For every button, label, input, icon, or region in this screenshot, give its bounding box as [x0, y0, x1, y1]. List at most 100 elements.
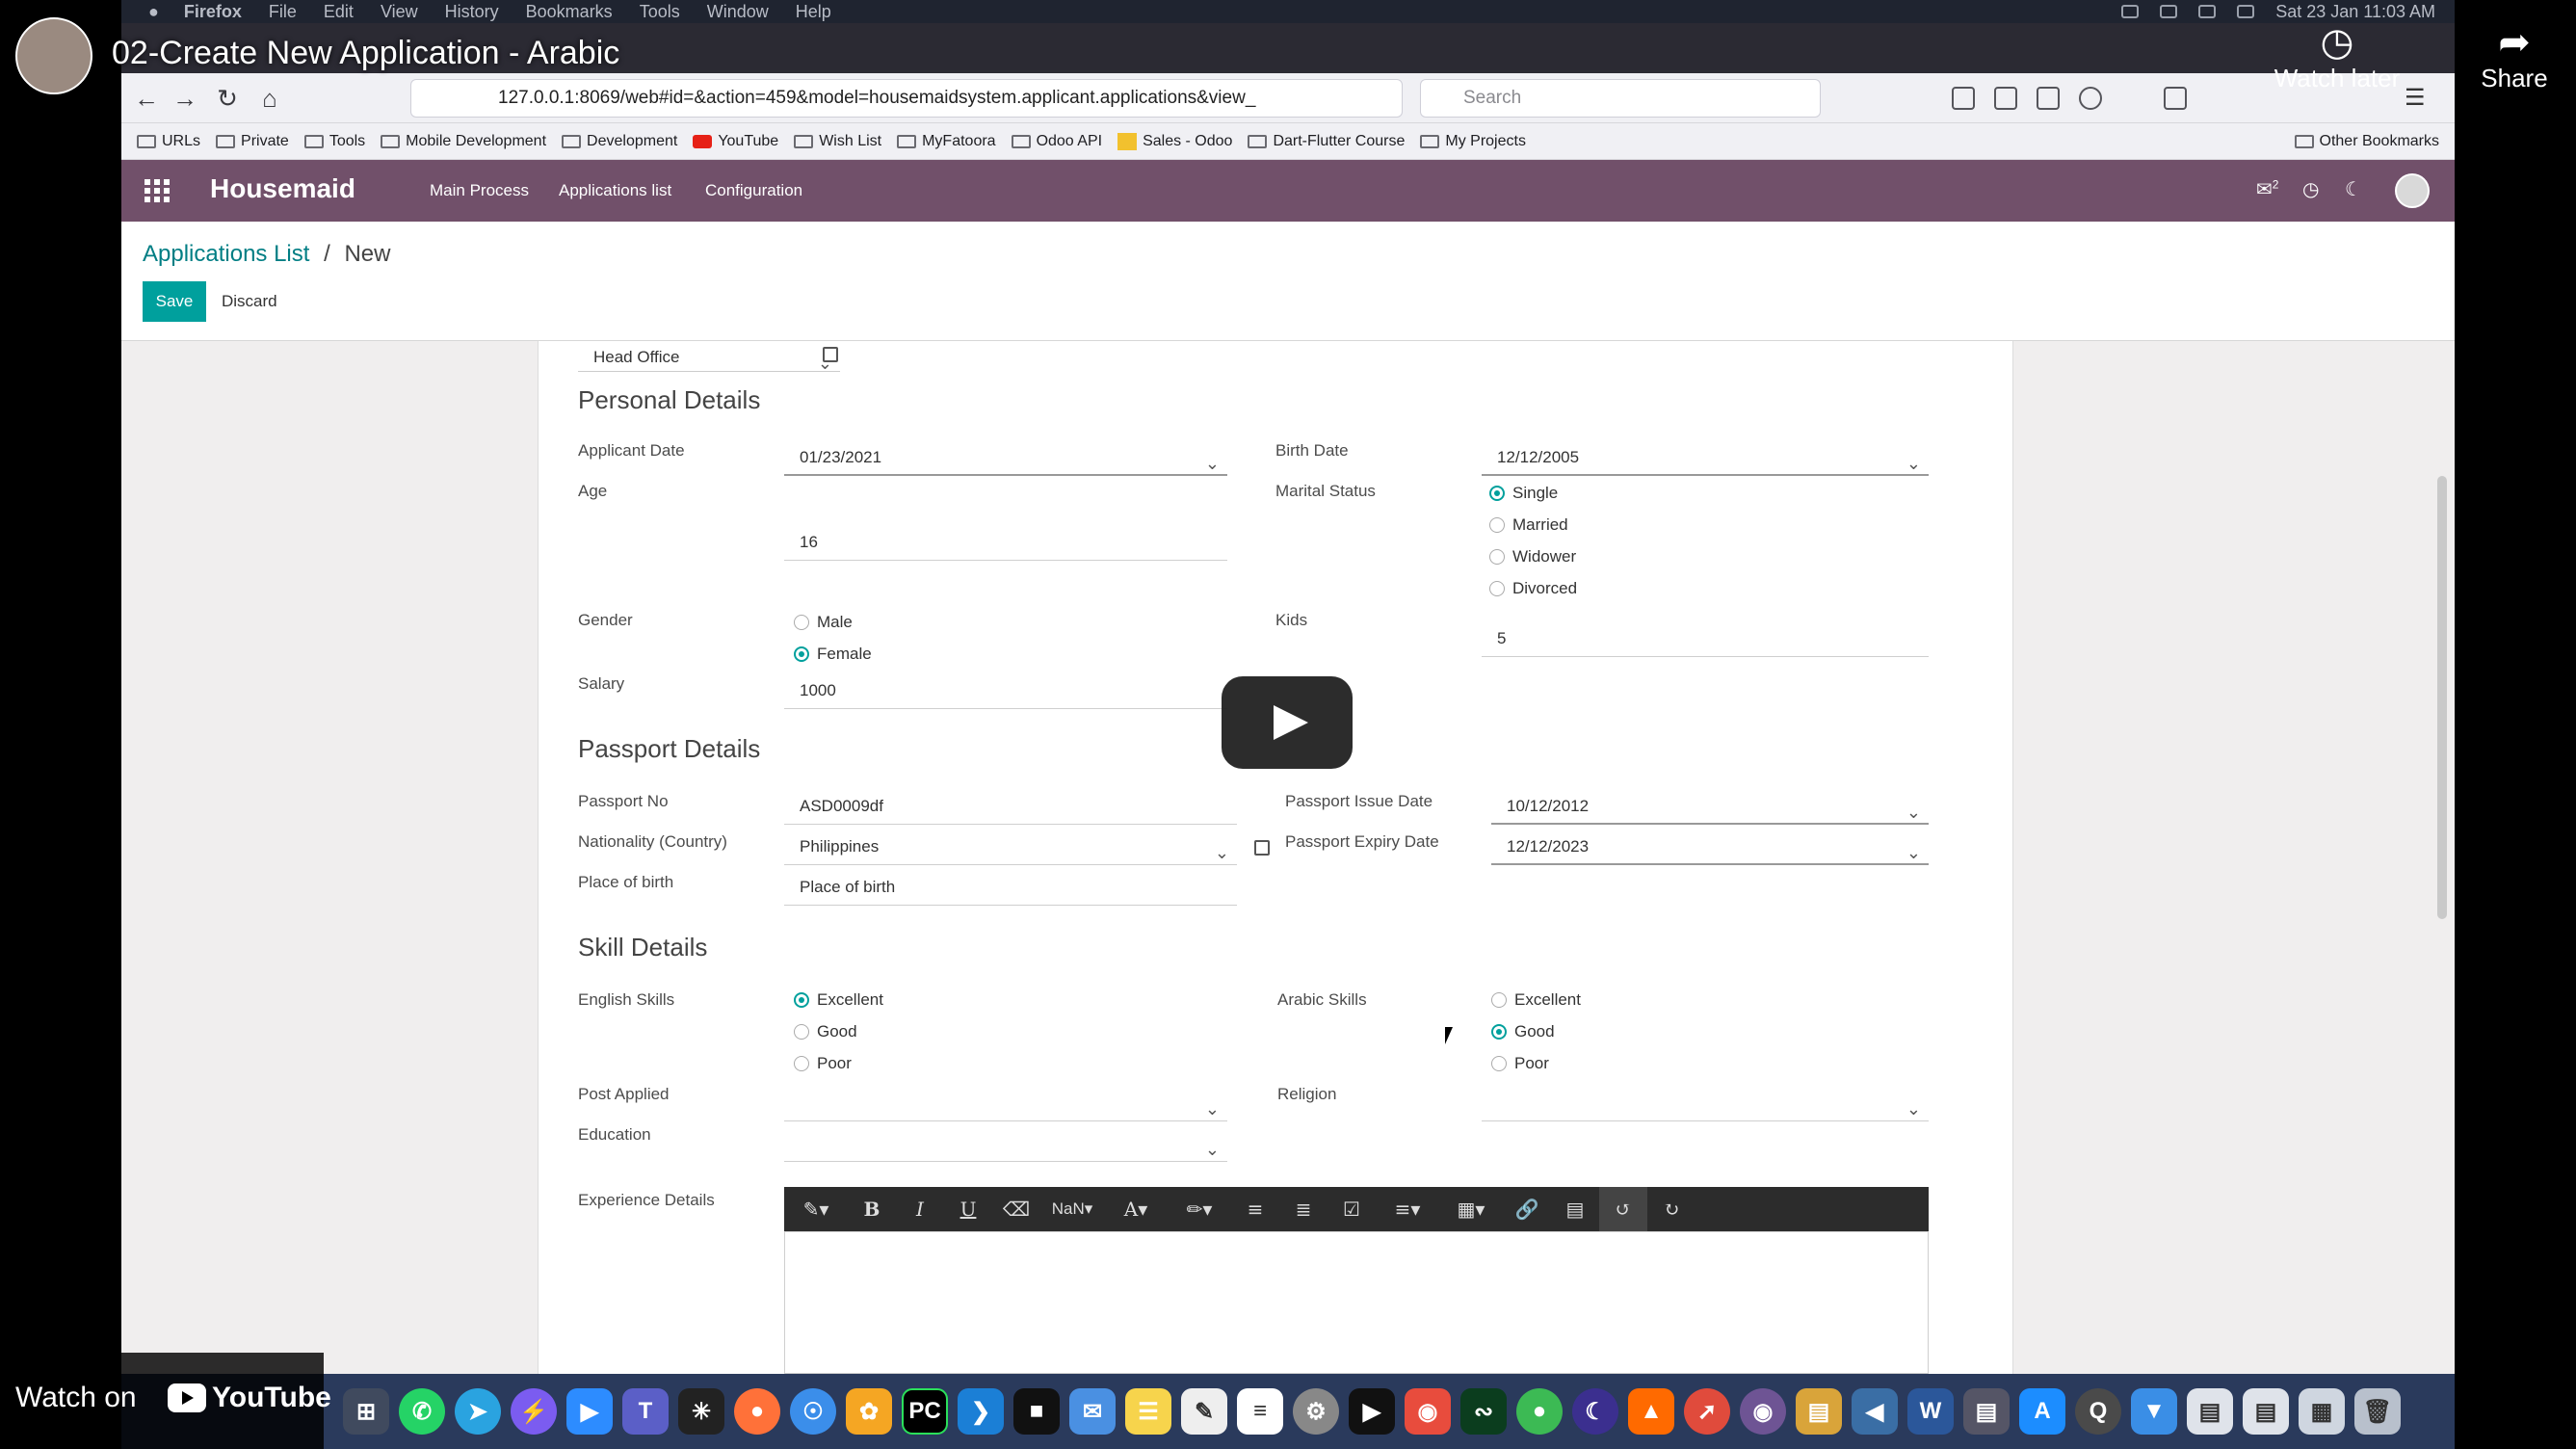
- system-preferences-icon[interactable]: ⚙: [1293, 1388, 1339, 1435]
- downloads-folder-icon[interactable]: ▼: [2131, 1388, 2177, 1435]
- vscode-icon[interactable]: ❯: [958, 1388, 1004, 1435]
- bookmark-sales-odoo[interactable]: Sales - Odoo: [1117, 132, 1232, 150]
- highlight-icon[interactable]: ✏▾: [1168, 1187, 1231, 1231]
- app-store-icon[interactable]: A: [2019, 1388, 2065, 1435]
- save-button[interactable]: Save: [143, 281, 206, 322]
- numbered-list-icon[interactable]: ≣: [1279, 1187, 1327, 1231]
- bookmark-development[interactable]: Development: [562, 133, 677, 150]
- photos-icon[interactable]: ✿: [846, 1388, 892, 1435]
- age-field[interactable]: 16: [784, 526, 1227, 561]
- trash-icon[interactable]: 🗑: [2354, 1388, 2401, 1435]
- teams-icon[interactable]: T: [622, 1388, 669, 1435]
- checklist-icon[interactable]: ☑: [1327, 1187, 1376, 1231]
- link-icon[interactable]: 🔗: [1503, 1187, 1551, 1231]
- menu-tools[interactable]: Tools: [640, 2, 680, 22]
- messenger-icon[interactable]: ⚡: [511, 1388, 557, 1435]
- gender-option-female[interactable]: Female: [794, 645, 872, 664]
- compass-icon[interactable]: ➚: [1684, 1388, 1730, 1435]
- battery-icon[interactable]: [2237, 5, 2255, 18]
- bookmark-odoo-api[interactable]: Odoo API: [1011, 133, 1102, 150]
- bullet-list-icon[interactable]: ≡: [1231, 1187, 1279, 1231]
- underline-icon[interactable]: U: [944, 1187, 992, 1231]
- external-link-icon[interactable]: [1254, 840, 1270, 856]
- marital-option-widower[interactable]: Widower: [1489, 547, 1576, 566]
- safari-icon[interactable]: ☉: [790, 1388, 836, 1435]
- religion-select[interactable]: ⌄: [1482, 1087, 1929, 1121]
- disk-utility-icon[interactable]: ▤: [1963, 1388, 2010, 1435]
- head-office-select[interactable]: Head Office ⌄: [578, 341, 840, 373]
- font-color-icon[interactable]: A▾: [1104, 1187, 1168, 1231]
- post-applied-select[interactable]: ⌄: [784, 1087, 1227, 1121]
- redo-icon[interactable]: ↻: [1647, 1187, 1695, 1231]
- user-avatar[interactable]: [2395, 173, 2430, 208]
- finder-tool-icon[interactable]: ◀: [1852, 1388, 1898, 1435]
- breadcrumb-parent[interactable]: Applications List: [143, 241, 309, 267]
- arabic-option-poor[interactable]: Poor: [1491, 1054, 1549, 1073]
- arabic-option-good[interactable]: Good: [1491, 1022, 1555, 1041]
- eraser-icon[interactable]: ⌫: [992, 1187, 1040, 1231]
- marital-option-single[interactable]: Single: [1489, 484, 1558, 503]
- bookmark-urls[interactable]: URLs: [137, 133, 200, 150]
- bookmark-myfatoora[interactable]: MyFatoora: [897, 133, 996, 150]
- reload-icon[interactable]: ↻: [212, 83, 243, 114]
- menu-window[interactable]: Window: [707, 2, 769, 22]
- sidebar-icon[interactable]: [2037, 87, 2060, 110]
- notes-icon[interactable]: ☰: [1125, 1388, 1171, 1435]
- postman-icon[interactable]: ◉: [1405, 1388, 1451, 1435]
- english-option-good[interactable]: Good: [794, 1022, 857, 1041]
- quicktime-icon[interactable]: Q: [2075, 1388, 2121, 1435]
- reminders-icon[interactable]: ≡: [1237, 1388, 1283, 1435]
- experience-editor[interactable]: [784, 1231, 1929, 1374]
- watch-on-youtube-button[interactable]: Watch on YouTube: [0, 1353, 331, 1449]
- gender-option-male[interactable]: Male: [794, 613, 853, 632]
- share-button[interactable]: ➦ Share: [2457, 21, 2572, 93]
- eclipse-icon[interactable]: ☾: [1572, 1388, 1618, 1435]
- arabic-option-excellent[interactable]: Excellent: [1491, 990, 1581, 1010]
- italic-icon[interactable]: I: [896, 1187, 944, 1231]
- passport-expiry-field[interactable]: 12/12/2023 ⌄: [1491, 830, 1929, 865]
- zoom-icon[interactable]: ▶: [566, 1388, 613, 1435]
- marital-option-divorced[interactable]: Divorced: [1489, 579, 1577, 598]
- activity-monitor-icon[interactable]: ∾: [1460, 1388, 1507, 1435]
- style-dropdown-icon[interactable]: ✎▾: [784, 1187, 848, 1231]
- nationality-select[interactable]: Philippines ⌄: [784, 830, 1237, 865]
- english-option-excellent[interactable]: Excellent: [794, 990, 883, 1010]
- screenshot-icon[interactable]: ▤: [2243, 1388, 2289, 1435]
- console-icon[interactable]: ▶: [1349, 1388, 1395, 1435]
- back-icon[interactable]: ←: [131, 83, 162, 114]
- apps-grid-icon[interactable]: [145, 179, 170, 202]
- menu-file[interactable]: File: [269, 2, 297, 22]
- menu-main-process[interactable]: Main Process: [430, 181, 529, 200]
- preview-icon[interactable]: ▤: [2187, 1388, 2233, 1435]
- textedit-icon[interactable]: ✎: [1181, 1388, 1227, 1435]
- bookmark-tools[interactable]: Tools: [303, 133, 365, 150]
- bookmark-other[interactable]: Other Bookmarks: [2294, 133, 2439, 150]
- align-dropdown-icon[interactable]: ≡▾: [1376, 1187, 1439, 1231]
- calculator-icon[interactable]: ⊞: [343, 1388, 389, 1435]
- pycharm-icon[interactable]: PC: [902, 1388, 948, 1435]
- download-icon[interactable]: [1952, 87, 1975, 110]
- word-icon[interactable]: W: [1907, 1388, 1954, 1435]
- wifi-icon[interactable]: [2198, 5, 2217, 18]
- chat-icon[interactable]: ✉2: [2256, 177, 2278, 201]
- menu-help[interactable]: Help: [796, 2, 831, 22]
- chrome-icon[interactable]: ●: [1516, 1388, 1563, 1435]
- play-button[interactable]: [1222, 676, 1353, 769]
- channel-avatar[interactable]: [15, 17, 92, 94]
- salary-field[interactable]: 1000: [784, 674, 1227, 709]
- menu-applications-list[interactable]: Applications list: [559, 181, 671, 200]
- bookmark-youtube[interactable]: YouTube: [693, 133, 778, 150]
- bookmark-wish-list[interactable]: Wish List: [794, 133, 881, 150]
- forward-icon[interactable]: →: [170, 83, 200, 114]
- moon-icon[interactable]: ☾: [2345, 177, 2362, 201]
- library-icon[interactable]: [1994, 87, 2017, 110]
- cloud-icon[interactable]: [2160, 5, 2178, 18]
- devtools-icon[interactable]: [2164, 87, 2187, 110]
- font-size-dropdown[interactable]: NaN▾: [1040, 1187, 1104, 1231]
- home-icon[interactable]: ⌂: [254, 83, 285, 114]
- english-option-poor[interactable]: Poor: [794, 1054, 852, 1073]
- status-icon[interactable]: [2121, 5, 2140, 18]
- applicant-date-field[interactable]: 01/23/2021 ⌄: [784, 441, 1227, 476]
- menu-configuration[interactable]: Configuration: [705, 181, 802, 200]
- window-icon[interactable]: ▦: [2299, 1388, 2345, 1435]
